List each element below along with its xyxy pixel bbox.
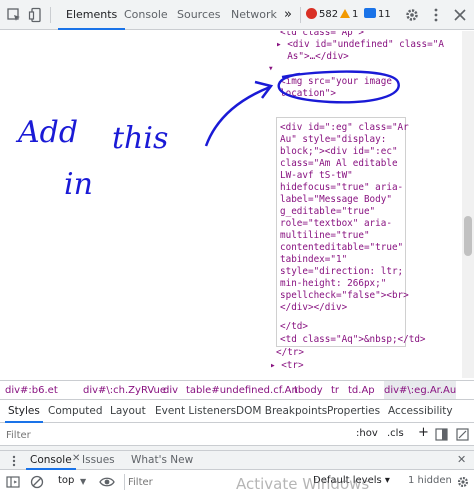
settings-gear-icon[interactable] bbox=[404, 7, 420, 23]
breadcrumb-item[interactable]: td.Ap bbox=[348, 381, 375, 399]
styles-filter-bar: :hov .cls + bbox=[0, 424, 474, 446]
toolbar-divider bbox=[124, 474, 125, 490]
tree-line[interactable]: LW-avf tS-tW" bbox=[280, 170, 353, 182]
close-devtools-icon[interactable] bbox=[452, 7, 468, 23]
tree-line[interactable]: <td class="Ap"> bbox=[280, 31, 364, 39]
tree-line[interactable]: location"> bbox=[280, 88, 336, 100]
tab-whats-new[interactable]: What's New bbox=[131, 451, 193, 470]
tree-line[interactable]: As">…</div> bbox=[276, 51, 349, 63]
tree-line[interactable]: </div></div> bbox=[280, 302, 347, 314]
tree-line[interactable]: multiline="true" bbox=[280, 230, 370, 242]
tab-console-drawer[interactable]: Console bbox=[26, 451, 76, 470]
breadcrumb-item[interactable]: tbody bbox=[294, 381, 323, 399]
inspect-element-icon[interactable] bbox=[6, 7, 22, 23]
drawer-menu-icon[interactable] bbox=[8, 455, 20, 467]
console-settings-gear-icon[interactable] bbox=[456, 475, 470, 489]
toolbar-divider bbox=[300, 7, 301, 23]
breadcrumb-item[interactable]: table#undefined.cf.An bbox=[186, 381, 298, 399]
tree-line[interactable]: hidefocus="true" aria- bbox=[280, 182, 403, 194]
tab-accessibility[interactable]: Accessibility bbox=[388, 400, 453, 423]
tab-layout[interactable]: Layout bbox=[110, 400, 146, 423]
tree-line[interactable]: min-height: 266px;" bbox=[280, 278, 386, 290]
tab-issues[interactable]: Issues bbox=[82, 451, 115, 470]
tree-line[interactable]: class="Am Al editable bbox=[280, 158, 398, 170]
breadcrumb: div#:b6.et div#\:ch.ZyRVue div table#und… bbox=[0, 380, 474, 400]
styles-pane-tabs: Styles Computed Layout Event Listeners D… bbox=[0, 400, 474, 423]
activate-windows-watermark: Activate Windows bbox=[236, 475, 370, 493]
elements-tree: <td class="Ap"> ▸ <div id="undefined" cl… bbox=[0, 31, 460, 378]
warning-count-badge[interactable]: 1 bbox=[340, 7, 358, 23]
tree-line[interactable]: label="Message Body" bbox=[280, 194, 392, 206]
tree-scrollbar[interactable] bbox=[462, 31, 474, 378]
devtools-toolbar: Elements Console Sources Network » 582 1… bbox=[0, 0, 474, 30]
tree-line[interactable]: ▾ bbox=[268, 63, 274, 75]
styles-filter-input[interactable] bbox=[6, 428, 306, 442]
class-toggle-button[interactable]: .cls bbox=[387, 428, 404, 439]
tree-line[interactable]: </td> bbox=[280, 321, 308, 333]
tree-line[interactable]: </tr> bbox=[276, 347, 304, 359]
tree-line[interactable]: <div id=":eg" class="Ar bbox=[280, 122, 409, 134]
tree-line[interactable]: role="textbox" aria- bbox=[280, 218, 392, 230]
tab-properties[interactable]: Properties bbox=[327, 400, 380, 423]
tab-network[interactable]: Network bbox=[231, 0, 277, 30]
error-count: 582 bbox=[319, 9, 339, 20]
device-toolbar-icon[interactable] bbox=[28, 7, 44, 23]
tree-line[interactable]: spellcheck="false"><br> bbox=[280, 290, 409, 302]
tree-line[interactable]: tabindex="1" bbox=[280, 254, 347, 266]
breadcrumb-item[interactable]: div bbox=[163, 381, 178, 399]
tree-line[interactable]: Au" style="display: bbox=[280, 134, 386, 146]
more-tabs-button[interactable]: » bbox=[284, 0, 292, 30]
message-count-badge[interactable]: 11 bbox=[364, 7, 391, 23]
tab-dom-breakpoints[interactable]: DOM Breakpoints bbox=[236, 400, 327, 423]
tab-elements[interactable]: Elements bbox=[58, 0, 126, 30]
message-icon bbox=[364, 8, 376, 18]
toolbar-divider bbox=[50, 7, 51, 23]
tree-line[interactable]: <img src="your image bbox=[280, 76, 392, 88]
breadcrumb-item[interactable]: div#:b6.et bbox=[5, 381, 58, 399]
breadcrumb-item-selected[interactable]: div#\:eg.Ar.Au bbox=[384, 381, 457, 399]
message-count: 11 bbox=[378, 9, 391, 20]
tree-line[interactable]: block;"><div id=":ec" bbox=[280, 146, 398, 158]
drawer-tabs: Console ✕ Issues What's New ✕ bbox=[0, 450, 474, 470]
breadcrumb-item[interactable]: tr bbox=[331, 381, 339, 399]
hidden-count: 1 hidden bbox=[408, 475, 452, 486]
more-options-icon[interactable] bbox=[428, 7, 444, 23]
warning-icon bbox=[340, 9, 350, 18]
tree-line[interactable]: ▸ <div id="undefined" class="A bbox=[276, 39, 444, 51]
tree-line[interactable]: contenteditable="true" bbox=[280, 242, 403, 254]
chevron-down-icon[interactable]: ▼ bbox=[80, 477, 86, 486]
hover-state-button[interactable]: :hov bbox=[356, 428, 378, 439]
breadcrumb-item[interactable]: div#\:ch.ZyRVue bbox=[83, 381, 166, 399]
error-icon bbox=[306, 8, 317, 19]
tree-line[interactable]: g_editable="true" bbox=[280, 206, 375, 218]
live-expression-eye-icon[interactable] bbox=[99, 475, 115, 489]
tree-line[interactable]: <td class="Aq">&nbsp;</td> bbox=[280, 334, 426, 346]
element-state-icon[interactable] bbox=[456, 428, 469, 441]
context-selector[interactable]: top bbox=[58, 475, 74, 486]
tab-console[interactable]: Console bbox=[124, 0, 168, 30]
tree-scrollbar-thumb[interactable] bbox=[464, 216, 472, 256]
close-drawer-icon[interactable]: ✕ bbox=[457, 453, 466, 466]
close-tab-icon[interactable]: ✕ bbox=[72, 453, 80, 464]
warning-count: 1 bbox=[352, 9, 359, 20]
tab-sources[interactable]: Sources bbox=[177, 0, 221, 30]
tab-styles[interactable]: Styles bbox=[5, 400, 43, 423]
computed-sidebar-icon[interactable] bbox=[435, 428, 448, 441]
tree-line[interactable]: ▸ <tr> bbox=[270, 360, 304, 372]
show-sidebar-icon[interactable] bbox=[6, 475, 20, 489]
new-style-rule-button[interactable]: + bbox=[418, 425, 429, 440]
tab-event-listeners[interactable]: Event Listeners bbox=[155, 400, 236, 423]
tree-line[interactable]: style="direction: ltr; bbox=[280, 266, 403, 278]
tab-computed[interactable]: Computed bbox=[48, 400, 103, 423]
error-count-badge[interactable]: 582 bbox=[306, 7, 338, 23]
clear-console-icon[interactable] bbox=[30, 475, 44, 489]
